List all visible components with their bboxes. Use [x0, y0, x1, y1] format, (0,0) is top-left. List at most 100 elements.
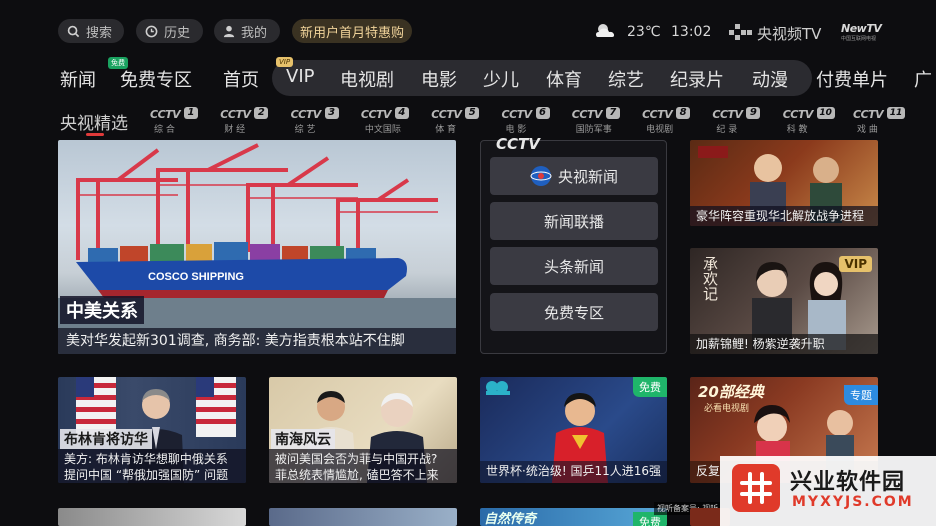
news-card-blinken[interactable]: 布林肯将访华 美方: 布林肯访华想聊中俄关系 提问中国 “帮俄加强国防” 问题 [58, 377, 246, 483]
channel-name: 戏 曲 [857, 125, 878, 135]
channel-logo-text: CCTV [220, 108, 251, 121]
channel-cctv-6[interactable]: CCTV 6 电 影 [501, 107, 554, 135]
channel-number: 6 [535, 107, 550, 119]
headline-news-button[interactable]: 头条新闻 [490, 247, 658, 285]
blinken-caption-line1: 美方: 布林肯访华想聊中俄关系 [64, 452, 228, 466]
row3-card-2[interactable] [269, 508, 457, 526]
channel-name: 综 艺 [294, 125, 316, 135]
channel-cctv-11[interactable]: CCTV 11 戏 曲 [853, 107, 905, 135]
user-icon [223, 25, 235, 37]
headline-news-label: 头条新闻 [543, 257, 604, 276]
brand-logo-icon [729, 24, 752, 40]
blinken-caption-line2: 提问中国 “帮俄加强国防” 问题 [64, 468, 229, 482]
drama-card-chenghuanji-caption: 加薪锦鲤! 杨紫逆袭升职 [690, 334, 878, 354]
channel-cctv-1[interactable]: CCTV 1 综 合 [150, 107, 202, 135]
news-card-south-china-sea[interactable]: 南海风云 被问美国会否为菲与中国开战? 菲总统表情尴尬, 磕巴答不上来 [269, 377, 457, 483]
channel-logo-text: CCTV [501, 108, 533, 121]
cloudy-weather-icon [596, 24, 615, 37]
hero-caption: 美对华发起新301调查, 商务部: 美方指责根本站不住脚 [58, 328, 456, 354]
nav-variety[interactable]: 综艺 [608, 66, 644, 92]
channel-cctv-9[interactable]: CCTV 9 纪 录 [712, 107, 764, 135]
free-zone-label: 免费专区 [543, 303, 604, 322]
channel-name: 综 合 [154, 125, 175, 135]
nav-free[interactable]: 免费专区 [120, 66, 192, 92]
channel-name: 中文国际 [364, 125, 401, 135]
channel-name: 电视剧 [646, 125, 674, 135]
newtv-logo: NewTV 中国互联网电视 [841, 22, 882, 44]
channel-cctv-7[interactable]: CCTV 7 国防军事 [571, 107, 624, 135]
site-watermark: 兴业软件园 MYXYJS.COM [720, 456, 936, 526]
nav-vip[interactable]: VIP [286, 66, 314, 87]
nav-tv-series[interactable]: 电视剧 [340, 66, 394, 92]
channel-logo-text: CCTV [853, 108, 884, 121]
classic-drama-subtitle: 必看电视剧 [704, 404, 750, 414]
sports-card-table-tennis[interactable]: 免费 世界杯·统治级! 国乒11人进16强 [480, 377, 667, 483]
nav-anime[interactable]: 动漫 [752, 66, 788, 92]
channel-name: 国防军事 [575, 125, 612, 135]
channel-logo-text: CCTV [712, 108, 743, 121]
drama-card-chenghuanji[interactable]: 承欢记 VIP 加薪锦鲤! 杨紫逆袭升职 [690, 248, 878, 354]
cctv-news-button[interactable]: 央视新闻 [490, 157, 658, 195]
channel-logo-text: CCTV [642, 108, 673, 121]
search-button[interactable]: 搜索 [58, 19, 124, 43]
nav-sports[interactable]: 体育 [546, 66, 582, 92]
history-label: 历史 [164, 25, 191, 41]
channel-cctv-5[interactable]: CCTV 5 体 育 [431, 107, 483, 135]
panel-cctv-logo: CCTV [496, 135, 540, 153]
channel-number: 4 [394, 107, 409, 119]
channel-cctv-8[interactable]: CCTV 8 电视剧 [642, 107, 694, 135]
cctv-news-label: 央视新闻 [557, 167, 618, 186]
nav-kids[interactable]: 少儿 [483, 66, 519, 92]
free-zone-button[interactable]: 免费专区 [490, 293, 658, 331]
channel-cctv-4[interactable]: CCTV 4 中文国际 [360, 107, 413, 135]
topic-badge: 专题 [844, 385, 878, 405]
nav-home[interactable]: 首页 [223, 66, 259, 92]
tab-cctv-selection[interactable]: 央视精选 [60, 109, 128, 134]
channel-number: 1 [184, 107, 198, 119]
channel-number: 8 [676, 107, 691, 119]
nav-movies[interactable]: 电影 [421, 66, 457, 92]
channel-number: 7 [605, 107, 620, 119]
hero-card[interactable]: COSCO SHIPPING 中美关系 美对华发起新301调查, 商务部: 美方… [58, 140, 456, 354]
free-badge-sports: 免费 [633, 377, 667, 397]
row3-card-1[interactable] [58, 508, 246, 526]
row3-card-nature[interactable]: 自然传奇 免费 [480, 508, 667, 526]
nav-paid-single[interactable]: 付费单片 [816, 66, 888, 92]
channel-name: 纪 录 [716, 125, 738, 135]
south-china-sea-caption-line2: 菲总统表情尴尬, 磕巴答不上来 [275, 468, 439, 482]
newtv-label: NewTV [841, 22, 882, 35]
channel-number: 3 [324, 107, 339, 119]
chenghuanji-title-art: 承欢记 [701, 256, 719, 301]
history-button[interactable]: 历史 [136, 19, 203, 43]
channel-cctv-3[interactable]: CCTV 3 综 艺 [291, 107, 343, 135]
promo-button[interactable]: 新用户首月特惠购 [292, 19, 413, 43]
blinken-tag: 布林肯将访华 [60, 429, 152, 449]
hero-tag: 中美关系 [60, 296, 144, 324]
channel-logo-text: CCTV [571, 108, 603, 121]
channel-number: 10 [816, 107, 835, 119]
classic-drama-title: 20部经典 [698, 383, 764, 401]
channel-cctv-2[interactable]: CCTV 2 财 经 [220, 107, 272, 135]
blinken-caption: 美方: 布林肯访华想聊中俄关系 提问中国 “帮俄加强国防” 问题 [58, 449, 246, 483]
promo-label: 新用户首月特惠购 [300, 25, 405, 41]
watermark-title: 兴业软件园 [790, 470, 906, 495]
mine-button[interactable]: 我的 [214, 19, 280, 43]
channel-name: 财 经 [224, 125, 246, 135]
channel-cctv-10[interactable]: CCTV 10 科 教 [783, 107, 835, 135]
nav-documentary[interactable]: 纪录片 [670, 66, 724, 92]
watermark-logo-icon [732, 464, 780, 512]
newtv-sub: 中国互联网电视 [841, 36, 877, 42]
clock-icon [145, 25, 158, 37]
channel-logo-text: CCTV [360, 108, 392, 121]
channel-number: 5 [465, 107, 480, 119]
sports-caption: 世界杯·统治级! 国乒11人进16强 [480, 461, 667, 483]
drama-card-huabei[interactable]: 豪华阵容重现华北解放战争进程 [690, 140, 878, 226]
nav-news[interactable]: 新闻 [60, 66, 96, 92]
xinwen-lianbo-button[interactable]: 新闻联播 [490, 202, 658, 240]
channel-name: 体 育 [435, 125, 457, 135]
nav-more[interactable]: 广 [914, 66, 932, 92]
channel-name: 电 影 [505, 125, 527, 135]
active-tab-indicator [86, 133, 104, 136]
ship-text: COSCO SHIPPING [148, 271, 244, 283]
temperature: 23℃ [627, 24, 661, 40]
